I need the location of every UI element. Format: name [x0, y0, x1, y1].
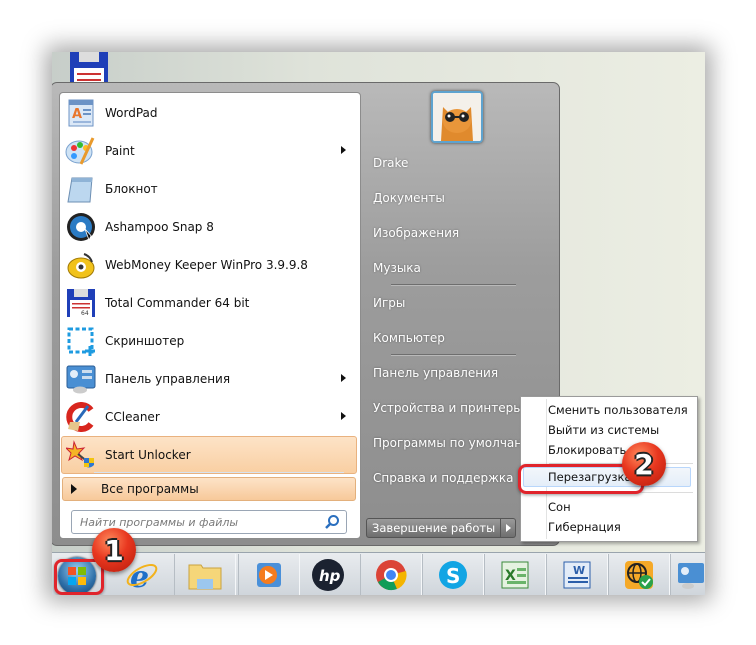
wordpad-icon: A: [65, 97, 97, 129]
program-label: CCleaner: [105, 410, 160, 424]
program-screenshoter[interactable]: Скриншотер: [62, 323, 356, 359]
hp-icon: hp: [312, 559, 344, 591]
documents-link[interactable]: Документы: [373, 191, 445, 205]
program-ashampoo-snap[interactable]: Ashampoo Snap 8: [62, 209, 356, 245]
user-name-link[interactable]: Drake: [373, 156, 408, 170]
pictures-link[interactable]: Изображения: [373, 226, 459, 240]
webmoney-icon: [65, 249, 97, 281]
program-control-panel[interactable]: Панель управления: [62, 361, 356, 397]
svg-text:W: W: [573, 564, 585, 577]
submenu-arrow-icon[interactable]: [341, 374, 346, 382]
ashampoo-snap-icon: [65, 211, 97, 243]
step-2-badge: 2: [622, 442, 666, 486]
program-label: Блокнот: [105, 182, 158, 196]
shutdown-control: Завершение работы: [366, 518, 517, 538]
folder-icon: [188, 564, 222, 590]
svg-text:A: A: [72, 107, 82, 122]
taskbar-word[interactable]: W: [546, 554, 608, 595]
taskbar-hp[interactable]: hp: [298, 554, 358, 595]
program-start-unlocker[interactable]: Start Unlocker: [61, 436, 357, 474]
taskbar-control-panel[interactable]: [670, 554, 705, 595]
svg-text:64: 64: [81, 310, 89, 317]
taskbar-skype[interactable]: S: [422, 554, 484, 595]
menu-item-lock[interactable]: Блокировать: [547, 440, 694, 460]
program-label: Ashampoo Snap 8: [105, 220, 214, 234]
separator: [94, 472, 344, 473]
excel-icon: X: [501, 561, 529, 589]
screenshoter-icon: [65, 325, 97, 357]
taskbar-excel[interactable]: X: [484, 554, 546, 595]
taskbar-chrome[interactable]: [360, 554, 422, 595]
taskbar: e hp S X W: [52, 552, 705, 595]
svg-text:S: S: [446, 564, 460, 588]
start-unlocker-icon: [65, 439, 97, 471]
shutdown-options-button[interactable]: [501, 518, 517, 538]
programs-pane: A WordPad Paint Блокнот Ashampoo Snap 8 …: [59, 92, 361, 539]
arrow-right-icon: [505, 524, 511, 532]
desktop-screen: A WordPad Paint Блокнот Ashampoo Snap 8 …: [52, 52, 705, 595]
control-panel-icon: [678, 563, 704, 589]
paint-icon: [65, 135, 97, 167]
separator: [391, 354, 516, 356]
program-label: Paint: [105, 144, 135, 158]
chrome-icon: [376, 560, 407, 591]
music-link[interactable]: Музыка: [373, 261, 421, 275]
skype-icon: S: [439, 561, 467, 589]
all-programs-label: Все программы: [101, 482, 199, 496]
control-panel-link[interactable]: Панель управления: [373, 366, 498, 380]
control-panel-icon: [65, 363, 97, 395]
submenu-arrow-icon[interactable]: [341, 412, 346, 420]
program-label: Панель управления: [105, 372, 231, 386]
svg-text:hp: hp: [319, 567, 341, 585]
menu-item-sleep[interactable]: Сон: [547, 497, 694, 517]
help-support-link[interactable]: Справка и поддержка: [373, 471, 514, 485]
user-avatar[interactable]: [431, 91, 483, 143]
games-link[interactable]: Игры: [373, 296, 405, 310]
menu-item-log-off[interactable]: Выйти из системы: [547, 420, 694, 440]
program-wordpad[interactable]: A WordPad: [62, 95, 356, 131]
program-label: WebMoney Keeper WinPro 3.9.9.8: [105, 258, 308, 272]
program-label: Скриншотер: [105, 334, 185, 348]
taskbar-network-app[interactable]: [608, 554, 670, 595]
program-label: Start Unlocker: [105, 448, 191, 462]
search-icon[interactable]: [324, 514, 340, 530]
computer-link[interactable]: Компьютер: [373, 331, 445, 345]
program-total-commander[interactable]: 64 Total Commander 64 bit: [62, 285, 356, 321]
notepad-icon: [65, 173, 97, 205]
taskbar-media-player[interactable]: [238, 554, 300, 595]
total-commander-icon: 64: [65, 287, 97, 319]
menu-item-switch-user[interactable]: Сменить пользователя: [547, 400, 694, 420]
step-1-badge: 1: [92, 528, 136, 572]
all-programs-button[interactable]: Все программы: [62, 477, 356, 501]
shutdown-button[interactable]: Завершение работы: [366, 518, 502, 538]
separator: [391, 284, 516, 286]
submenu-arrow-icon[interactable]: [341, 146, 346, 154]
program-ccleaner[interactable]: CCleaner: [62, 399, 356, 435]
program-label: Total Commander 64 bit: [105, 296, 250, 310]
media-player-icon: [257, 563, 281, 587]
start-menu: A WordPad Paint Блокнот Ashampoo Snap 8 …: [52, 82, 560, 546]
devices-printers-link[interactable]: Устройства и принтеры: [373, 401, 523, 415]
program-webmoney[interactable]: WebMoney Keeper WinPro 3.9.9.8: [62, 247, 356, 283]
ccleaner-icon: [65, 401, 97, 433]
program-label: WordPad: [105, 106, 158, 120]
program-notepad[interactable]: Блокнот: [62, 171, 356, 207]
word-icon: W: [563, 561, 591, 589]
menu-item-hibernate[interactable]: Гибернация: [547, 517, 694, 537]
taskbar-windows-explorer[interactable]: [174, 554, 236, 595]
program-paint[interactable]: Paint: [62, 133, 356, 169]
globe-check-icon: [625, 561, 653, 589]
expand-arrow-icon: [71, 484, 77, 494]
default-programs-link[interactable]: Программы по умолчанию: [373, 436, 540, 450]
